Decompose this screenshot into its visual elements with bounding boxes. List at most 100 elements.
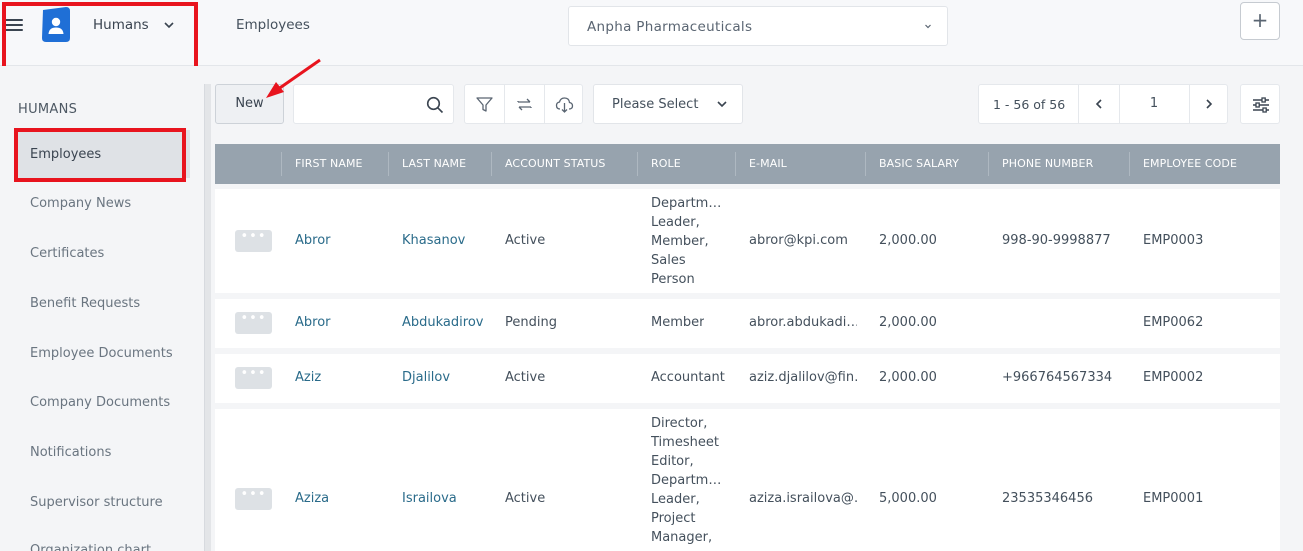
company-select-value: Anpha Pharmaceuticals xyxy=(587,19,753,35)
pagination: 1 - 56 of 56 1 xyxy=(978,84,1228,124)
role-line: Departme… xyxy=(651,473,729,488)
filter-button[interactable] xyxy=(465,85,504,123)
search-icon[interactable] xyxy=(426,96,444,114)
employee-code: EMP0002 xyxy=(1143,370,1204,385)
table-row[interactable]: ••• Aziza Israilova Active Director, Tim… xyxy=(215,409,1280,551)
row-actions-button[interactable]: ••• xyxy=(235,230,272,252)
employee-code: EMP0003 xyxy=(1143,233,1204,248)
basic-salary: 5,000.00 xyxy=(879,491,937,506)
role-line: Project xyxy=(651,511,696,526)
column-header-account-status[interactable]: ACCOUNT STATUS xyxy=(505,144,606,184)
first-name-link[interactable]: Aziz xyxy=(295,370,321,385)
row-actions-button[interactable]: ••• xyxy=(235,312,272,334)
role-line: Editor, xyxy=(651,454,694,469)
role-cell: Director, Timesheet Editor, Departme… Le… xyxy=(651,414,731,547)
column-header-email[interactable]: E-MAIL xyxy=(749,144,787,184)
add-button[interactable]: + xyxy=(1240,2,1280,40)
account-status: Active xyxy=(505,491,546,506)
company-select[interactable]: Anpha Pharmaceuticals xyxy=(568,6,948,46)
phone-number: 23535346456 xyxy=(1002,491,1093,506)
email: abror.abdukadi… xyxy=(749,315,857,330)
column-header-basic-salary[interactable]: BASIC SALARY xyxy=(879,144,959,184)
pagination-range: 1 - 56 of 56 xyxy=(993,97,1066,112)
first-name-link[interactable]: Abror xyxy=(295,233,331,248)
chevron-left-icon xyxy=(1095,99,1102,109)
role-line: Leader, xyxy=(651,492,700,507)
sidebar-item-company-documents[interactable]: Company Documents xyxy=(30,395,170,410)
last-name-link[interactable]: Abdukadirov xyxy=(402,315,483,330)
basic-salary: 2,000.00 xyxy=(879,233,937,248)
last-name-link[interactable]: Israilova xyxy=(402,491,457,506)
sidebar-item-company-news[interactable]: Company News xyxy=(30,196,131,211)
page-number-input[interactable]: 1 xyxy=(1119,85,1189,123)
last-name-link[interactable]: Khasanov xyxy=(402,233,465,248)
column-divider xyxy=(388,152,389,176)
column-divider xyxy=(988,152,989,176)
column-header-last-name[interactable]: LAST NAME xyxy=(402,144,466,184)
account-status: Pending xyxy=(505,315,557,330)
account-status: Active xyxy=(505,370,546,385)
column-divider xyxy=(491,152,492,176)
column-divider xyxy=(637,152,638,176)
employee-code: EMP0062 xyxy=(1143,315,1204,330)
first-name-link[interactable]: Aziza xyxy=(295,491,329,506)
role-line: Person xyxy=(651,272,695,287)
role-line: Timesheet xyxy=(651,435,719,450)
chevron-down-icon xyxy=(925,24,931,29)
sidebar-item-organization-chart[interactable]: Organization chart xyxy=(30,543,151,551)
basic-salary: 2,000.00 xyxy=(879,315,937,330)
sidebar-item-benefit-requests[interactable]: Benefit Requests xyxy=(30,296,140,311)
row-actions-button[interactable]: ••• xyxy=(235,367,272,389)
employee-code: EMP0001 xyxy=(1143,491,1204,506)
column-header-first-name[interactable]: FIRST NAME xyxy=(295,144,363,184)
email: aziza.israilova@… xyxy=(749,491,857,506)
sync-button[interactable] xyxy=(505,85,544,123)
role-line: Departme… xyxy=(651,196,729,211)
column-header-phone-number[interactable]: PHONE NUMBER xyxy=(1002,144,1093,184)
column-divider xyxy=(1129,152,1130,176)
column-header-employee-code[interactable]: EMPLOYEE CODE xyxy=(1143,144,1237,184)
annotation-highlight-app-switcher xyxy=(2,2,198,72)
cloud-download-icon xyxy=(555,97,574,113)
role-line: Member, xyxy=(651,234,709,249)
basic-salary: 2,000.00 xyxy=(879,370,937,385)
page-title: Employees xyxy=(236,17,310,33)
column-header-role[interactable]: ROLE xyxy=(651,144,681,184)
sliders-icon xyxy=(1253,97,1269,113)
first-name-link[interactable]: Abror xyxy=(295,315,331,330)
role-line: Director, xyxy=(651,416,708,431)
table-row[interactable]: ••• Abror Khasanov Active Departme… Lead… xyxy=(215,189,1280,293)
table-row[interactable]: ••• Aziz Djalilov Active Accountant aziz… xyxy=(215,354,1280,403)
table-actions-group xyxy=(464,84,583,124)
row-actions-button[interactable]: ••• xyxy=(235,488,272,510)
last-name-link[interactable]: Djalilov xyxy=(402,370,450,385)
sidebar-item-notifications[interactable]: Notifications xyxy=(30,445,111,460)
table-header: FIRST NAME LAST NAME ACCOUNT STATUS ROLE… xyxy=(215,144,1280,184)
table-row[interactable]: ••• Abror Abdukadirov Pending Member abr… xyxy=(215,299,1280,348)
next-page-button[interactable] xyxy=(1189,85,1229,123)
filter-select[interactable]: Please Select xyxy=(593,84,743,124)
chevron-right-icon xyxy=(1206,99,1213,109)
role-line: Sales xyxy=(651,253,686,268)
email: aziz.djalilov@fin… xyxy=(749,370,857,385)
role-cell: Accountant xyxy=(651,370,725,385)
phone-number: 998-90-9998877 xyxy=(1002,233,1111,248)
role-cell: Departme… Leader, Member, Sales Person xyxy=(651,194,731,289)
role-cell: Member xyxy=(651,315,705,330)
email: abror@kpi.com xyxy=(749,233,848,248)
annotation-arrow-icon xyxy=(266,58,321,98)
swap-arrows-icon xyxy=(517,98,532,111)
sidebar-item-employee-documents[interactable]: Employee Documents xyxy=(30,346,173,361)
annotation-highlight-employees xyxy=(14,128,186,182)
filter-icon xyxy=(476,97,493,112)
column-settings-button[interactable] xyxy=(1240,84,1280,124)
account-status: Active xyxy=(505,233,546,248)
column-divider xyxy=(865,152,866,176)
sidebar-item-supervisor-structure[interactable]: Supervisor structure xyxy=(30,495,163,510)
sidebar-item-certificates[interactable]: Certificates xyxy=(30,246,104,261)
download-button[interactable] xyxy=(545,85,584,123)
role-line: Manager, xyxy=(651,530,713,545)
previous-page-button[interactable] xyxy=(1079,85,1119,123)
phone-number: +966764567334 xyxy=(1002,370,1113,385)
sidebar-scrollbar[interactable] xyxy=(204,84,211,551)
